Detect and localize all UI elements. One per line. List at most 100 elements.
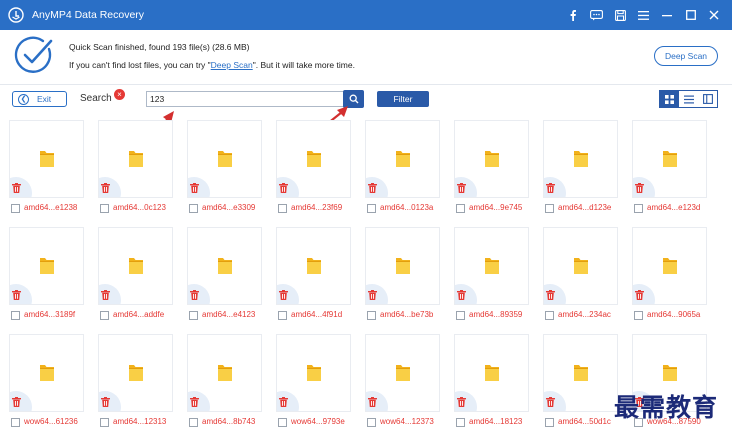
file-name: amd64...d123e <box>558 203 612 212</box>
file-checkbox[interactable] <box>278 204 287 213</box>
folder-icon <box>306 256 322 275</box>
file-checkbox[interactable] <box>189 311 198 320</box>
grid-view-button[interactable] <box>660 91 679 107</box>
file-name: amd64...8b743 <box>202 417 256 426</box>
folder-icon <box>573 256 589 275</box>
folder-icon <box>395 256 411 275</box>
file-tile[interactable] <box>187 120 262 198</box>
file-tile[interactable] <box>632 120 707 198</box>
folder-icon <box>573 149 589 168</box>
file-name: amd64...e4123 <box>202 310 256 319</box>
folder-icon <box>662 149 678 168</box>
folder-icon <box>484 149 500 168</box>
file-checkbox[interactable] <box>634 311 643 320</box>
file-checkbox[interactable] <box>456 311 465 320</box>
file-tile[interactable] <box>187 227 262 305</box>
folder-icon <box>662 256 678 275</box>
menu-icon[interactable] <box>632 0 656 30</box>
deleted-file-icon <box>190 397 199 407</box>
chat-icon[interactable] <box>585 0 609 30</box>
file-name: amd64...18123 <box>469 417 523 426</box>
file-tile[interactable] <box>454 227 529 305</box>
file-tile[interactable] <box>543 227 618 305</box>
file-tile[interactable] <box>365 334 440 412</box>
file-checkbox[interactable] <box>634 204 643 213</box>
file-name: amd64...4f91d <box>291 310 343 319</box>
scan-status-panel: Quick Scan finished, found 193 file(s) (… <box>0 30 732 84</box>
file-tile[interactable] <box>187 334 262 412</box>
file-checkbox[interactable] <box>189 418 198 427</box>
file-checkbox[interactable] <box>456 204 465 213</box>
minimize-icon[interactable] <box>656 0 680 30</box>
file-checkbox[interactable] <box>545 311 554 320</box>
deleted-file-icon <box>457 397 466 407</box>
folder-icon <box>128 149 144 168</box>
file-tile[interactable] <box>543 120 618 198</box>
file-tile[interactable] <box>365 120 440 198</box>
file-name: amd64...e1238 <box>24 203 78 212</box>
folder-icon <box>128 256 144 275</box>
title-icons <box>562 0 727 30</box>
file-checkbox[interactable] <box>456 418 465 427</box>
file-tile[interactable] <box>454 120 529 198</box>
file-tile[interactable] <box>98 334 173 412</box>
detail-view-button[interactable] <box>698 91 717 107</box>
file-checkbox[interactable] <box>545 204 554 213</box>
app-logo-icon <box>8 7 24 23</box>
file-checkbox[interactable] <box>11 311 20 320</box>
file-tile[interactable] <box>98 227 173 305</box>
deleted-file-icon <box>12 290 21 300</box>
file-tile[interactable] <box>454 334 529 412</box>
file-name: wow64...61236 <box>24 417 78 426</box>
file-name: amd64...12313 <box>113 417 167 426</box>
file-tile[interactable] <box>365 227 440 305</box>
file-name: wow64...12373 <box>380 417 434 426</box>
file-checkbox[interactable] <box>545 418 554 427</box>
file-tile[interactable] <box>9 120 84 198</box>
watermark-text: 最需教育 <box>614 393 719 422</box>
folder-icon <box>306 149 322 168</box>
view-mode-switch <box>659 90 718 108</box>
list-view-button[interactable] <box>679 91 698 107</box>
file-checkbox[interactable] <box>367 204 376 213</box>
exit-button[interactable]: ❮ Exit <box>12 91 67 107</box>
filter-button[interactable]: Filter <box>377 91 429 107</box>
file-checkbox[interactable] <box>11 204 20 213</box>
clear-search-icon[interactable]: × <box>114 89 125 100</box>
file-name: amd64...50d1c <box>558 417 611 426</box>
facebook-icon[interactable] <box>562 0 586 30</box>
file-tile[interactable] <box>9 334 84 412</box>
file-checkbox[interactable] <box>189 204 198 213</box>
file-tile[interactable] <box>276 120 351 198</box>
deleted-file-icon <box>368 290 377 300</box>
deleted-file-icon <box>190 183 199 193</box>
detail-view-icon <box>702 94 713 104</box>
save-icon[interactable] <box>609 0 633 30</box>
file-tile[interactable] <box>276 227 351 305</box>
grid-view-icon <box>665 94 674 104</box>
close-icon[interactable] <box>703 0 727 30</box>
deep-scan-button[interactable]: Deep Scan <box>654 46 718 66</box>
file-checkbox[interactable] <box>11 418 20 427</box>
file-tile[interactable] <box>98 120 173 198</box>
file-checkbox[interactable] <box>278 418 287 427</box>
file-name: amd64...be73b <box>380 310 434 319</box>
file-tile[interactable] <box>543 334 618 412</box>
search-input[interactable] <box>146 91 344 107</box>
maximize-icon[interactable] <box>679 0 703 30</box>
file-name: amd64...0123a <box>380 203 434 212</box>
title-bar: AnyMP4 Data Recovery <box>0 0 732 30</box>
file-tile[interactable] <box>9 227 84 305</box>
file-checkbox[interactable] <box>367 311 376 320</box>
file-tile[interactable] <box>276 334 351 412</box>
file-checkbox[interactable] <box>100 418 109 427</box>
file-tile[interactable] <box>632 227 707 305</box>
file-checkbox[interactable] <box>100 204 109 213</box>
deleted-file-icon <box>546 397 555 407</box>
deep-scan-link[interactable]: Deep Scan <box>211 60 253 70</box>
file-checkbox[interactable] <box>278 311 287 320</box>
file-checkbox[interactable] <box>100 311 109 320</box>
file-checkbox[interactable] <box>367 418 376 427</box>
back-arrow-icon: ❮ <box>18 93 29 105</box>
deleted-file-icon <box>457 183 466 193</box>
